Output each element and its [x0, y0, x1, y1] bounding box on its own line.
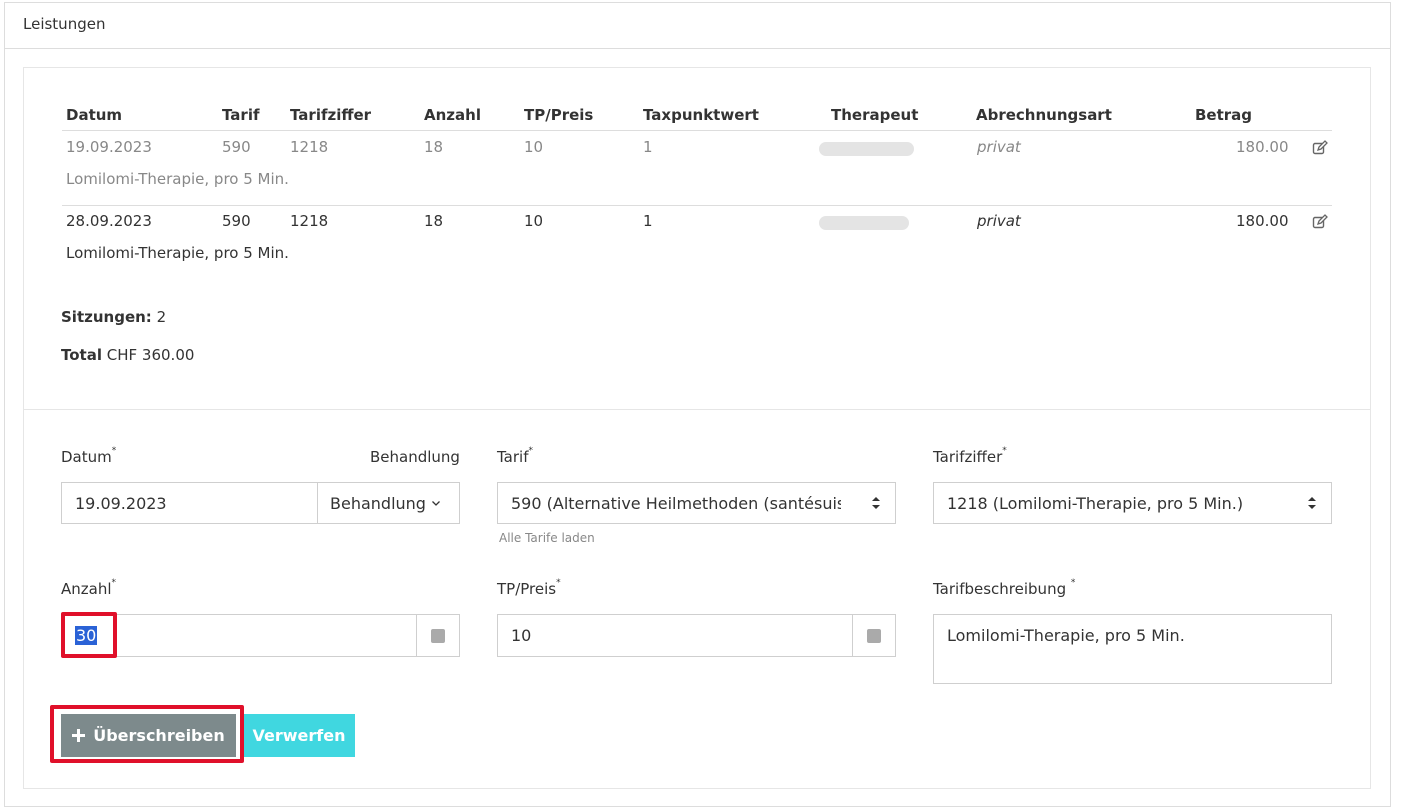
therapeut-redacted [819, 142, 914, 156]
header-abrechnungsart: Abrechnungsart [976, 106, 1112, 124]
cell-datum: 19.09.2023 [66, 138, 152, 156]
tarifziffer-label: Tarifziffer* [933, 446, 1007, 466]
tp-preis-label: TP/Preis* [497, 578, 561, 598]
cell-anzahl: 18 [424, 138, 444, 156]
cell-taxpunktwert: 1 [643, 138, 653, 156]
behandlung-dropdown-label: Behandlung [330, 493, 426, 513]
leistungen-content: Datum Tarif Tarifziffer Anzahl TP/Preis … [23, 67, 1371, 789]
header-divider [62, 130, 1332, 131]
header-tarifziffer: Tarifziffer [290, 106, 372, 124]
tarifziffer-select[interactable]: 1218 (Lomilomi-Therapie, pro 5 Min.) [933, 482, 1332, 524]
tp-preis-input[interactable]: 10 [497, 614, 854, 657]
tarifziffer-select-value: 1218 (Lomilomi-Therapie, pro 5 Min.) [947, 493, 1244, 513]
cell-betrag: 180.00 [1236, 212, 1289, 230]
cell-taxpunktwert: 1 [643, 212, 653, 230]
sitzungen-label: Sitzungen: [61, 308, 152, 326]
cell-anzahl: 18 [424, 212, 444, 230]
datum-input[interactable]: 19.09.2023 [61, 482, 318, 524]
header-anzahl: Anzahl [424, 106, 481, 124]
header-betrag: Betrag [1195, 106, 1253, 124]
cell-abrechnungsart: privat [977, 212, 1021, 230]
select-arrows-icon [872, 497, 880, 509]
verwerfen-button[interactable]: Verwerfen [243, 714, 355, 757]
anzahl-label: Anzahl* [61, 578, 117, 598]
header-therapeut: Therapeut [831, 106, 919, 124]
cell-tarifziffer: 1218 [290, 212, 329, 230]
sitzungen-summary: Sitzungen: 2 [61, 308, 166, 326]
cell-tp-preis: 10 [524, 212, 544, 230]
cell-abrechnungsart: privat [977, 138, 1021, 156]
tarifbeschreibung-textarea[interactable]: Lomilomi-Therapie, pro 5 Min. [933, 614, 1332, 684]
header-taxpunktwert: Taxpunktwert [643, 106, 759, 124]
alle-tarife-laden-link[interactable]: Alle Tarife laden [499, 531, 595, 545]
checkbox-square-icon [431, 628, 445, 643]
cell-tp-preis: 10 [524, 138, 544, 156]
cell-beschreibung: Lomilomi-Therapie, pro 5 Min. [66, 244, 289, 262]
highlight-ueberschreiben [50, 705, 244, 763]
cell-tarif: 590 [222, 212, 251, 230]
highlight-anzahl [61, 612, 117, 658]
total-label: Total [61, 346, 102, 364]
select-arrows-icon [1308, 497, 1316, 509]
panel-title: Leistungen [5, 3, 1390, 49]
leistungen-table-section: Datum Tarif Tarifziffer Anzahl TP/Preis … [24, 68, 1370, 410]
anzahl-addon[interactable] [416, 614, 460, 657]
cell-betrag: 180.00 [1236, 138, 1289, 156]
tarif-select[interactable]: 590 (Alternative Heilmethoden (santésuis… [497, 482, 896, 524]
behandlung-label: Behandlung [370, 448, 460, 466]
chevron-down-icon [431, 501, 440, 506]
tarifbeschreibung-label: Tarifbeschreibung * [933, 578, 1076, 598]
leistungen-panel: Leistungen Datum Tarif Tarifziffer Anzah… [4, 2, 1391, 807]
datum-label: Datum* [61, 446, 117, 466]
total-summary: Total CHF 360.00 [61, 346, 194, 364]
cell-beschreibung: Lomilomi-Therapie, pro 5 Min. [66, 170, 289, 188]
cell-datum: 28.09.2023 [66, 212, 152, 230]
checkbox-square-icon [867, 628, 881, 643]
tarif-label: Tarif* [497, 446, 533, 466]
tarif-select-value: 590 (Alternative Heilmethoden (santésuis… [511, 493, 841, 513]
therapeut-redacted [819, 216, 909, 230]
cell-tarif: 590 [222, 138, 251, 156]
sitzungen-value: 2 [156, 308, 167, 326]
edit-icon[interactable] [1312, 140, 1328, 156]
header-tp-preis: TP/Preis [524, 106, 594, 124]
header-tarif: Tarif [222, 106, 260, 124]
edit-icon[interactable] [1312, 214, 1328, 230]
cell-tarifziffer: 1218 [290, 138, 329, 156]
header-datum: Datum [66, 106, 123, 124]
tp-preis-addon[interactable] [852, 614, 896, 657]
behandlung-dropdown[interactable]: Behandlung [317, 482, 460, 524]
row-divider [62, 205, 1332, 206]
total-value: CHF 360.00 [106, 346, 195, 364]
